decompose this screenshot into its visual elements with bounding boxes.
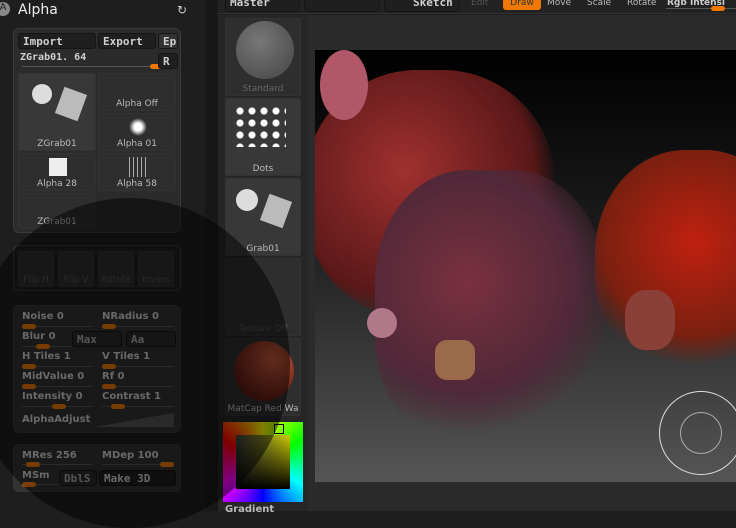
move-button[interactable]: Move [547, 0, 571, 8]
mres-slider[interactable] [22, 462, 92, 467]
thumb-alpha-58[interactable]: Alpha 58 [98, 153, 176, 191]
rf-label: Rf 0 [102, 371, 125, 382]
draw-button[interactable]: Draw [503, 0, 541, 10]
gradient-label: Gradient [225, 504, 275, 515]
blur-label: Blur 0 [22, 331, 56, 342]
make3d-palette: MRes 256 MDep 100 MSm DblS Make 3D [13, 444, 181, 492]
v-tiles-label: V Tiles 1 [102, 351, 151, 362]
panel-title: Alpha [18, 2, 58, 18]
flip-h-button[interactable]: Flip H [18, 251, 54, 287]
r-button[interactable]: R [158, 53, 178, 69]
contrast-slider[interactable] [102, 404, 174, 409]
panel-divider[interactable] [205, 0, 218, 511]
alpha-icon[interactable]: A [0, 2, 10, 16]
thumb-zgrab01[interactable]: ZGrab01 [18, 73, 96, 151]
rf-slider[interactable] [102, 384, 174, 389]
alphaadjust-curve[interactable] [94, 413, 174, 427]
blur-slider[interactable] [22, 344, 72, 349]
flip-v-button[interactable]: Flip V [58, 251, 94, 287]
v-tiles-slider[interactable] [102, 364, 174, 369]
sketch-button[interactable]: Sketch [384, 0, 460, 12]
alpha-grab01[interactable]: Grab01 [225, 178, 301, 256]
adjust-palette: Noise 0 NRadius 0 Blur 0 Max Aa H Tiles … [13, 305, 181, 433]
thumb-zgrab01-2[interactable]: ZGrab01 [18, 193, 96, 229]
midvalue-slider[interactable] [22, 384, 92, 389]
thumb-alpha-28[interactable]: Alpha 28 [18, 153, 96, 191]
color-selector[interactable] [274, 424, 284, 434]
brush-standard[interactable]: Standard [225, 18, 301, 96]
noise-label: Noise 0 [22, 311, 64, 322]
thumb-alpha-off[interactable]: Alpha Off [98, 73, 176, 111]
master-button[interactable]: Master [225, 0, 300, 12]
nradius-slider[interactable] [102, 324, 174, 329]
intensity-slider[interactable] [22, 404, 92, 409]
h-tiles-slider[interactable] [22, 364, 92, 369]
intensity-label: Intensity 0 [22, 391, 83, 402]
mdep-label: MDep 100 [102, 450, 159, 461]
msm-slider[interactable] [22, 482, 62, 487]
mdep-slider[interactable] [102, 462, 174, 467]
color-picker[interactable] [223, 422, 303, 502]
edit-button[interactable]: Edit [471, 0, 488, 8]
contrast-label: Contrast 1 [102, 391, 161, 402]
msm-label: MSm [22, 470, 50, 481]
navigation-gizmo[interactable] [659, 391, 736, 475]
material-matcap[interactable]: MatCap Red Wa [225, 338, 301, 416]
thumb-alpha-01[interactable]: Alpha 01 [98, 113, 176, 151]
ep-button[interactable]: Ep [158, 33, 178, 49]
tools-palette: Flip H Flip V Rotate Invers [13, 245, 181, 291]
dbls-button[interactable]: DblS [59, 470, 97, 486]
import-button[interactable]: Import [18, 33, 96, 49]
alphaadjust-label: AlphaAdjust [22, 414, 91, 425]
export-button[interactable]: Export [98, 33, 156, 49]
rgb-intensity-slider[interactable] [666, 6, 736, 11]
alpha-palette: Import Export Ep ZGrab01. 64 R ZGrab01 A… [13, 28, 181, 233]
scale-button[interactable]: Scale [587, 0, 611, 8]
midvalue-label: MidValue 0 [22, 371, 85, 382]
blank-button[interactable] [304, 0, 380, 12]
rotate-button[interactable]: Rotate [98, 251, 134, 287]
max-button[interactable]: Max [72, 331, 122, 347]
aa-button[interactable]: Aa [126, 331, 176, 347]
rotate-tool-button[interactable]: Rotate [627, 0, 656, 8]
nradius-label: NRadius 0 [102, 311, 159, 322]
make-3d-button[interactable]: Make 3D [99, 470, 176, 486]
stroke-dots[interactable]: Dots [225, 98, 301, 176]
mres-label: MRes 256 [22, 450, 77, 461]
popout-icon[interactable]: ↻ [177, 3, 187, 17]
texture-off[interactable]: Texture Off [225, 258, 301, 336]
current-alpha: ZGrab01. 64 [20, 52, 87, 63]
invers-button[interactable]: Invers [138, 251, 174, 287]
h-tiles-label: H Tiles 1 [22, 351, 71, 362]
alpha-slider[interactable] [22, 64, 164, 69]
noise-slider[interactable] [22, 324, 92, 329]
